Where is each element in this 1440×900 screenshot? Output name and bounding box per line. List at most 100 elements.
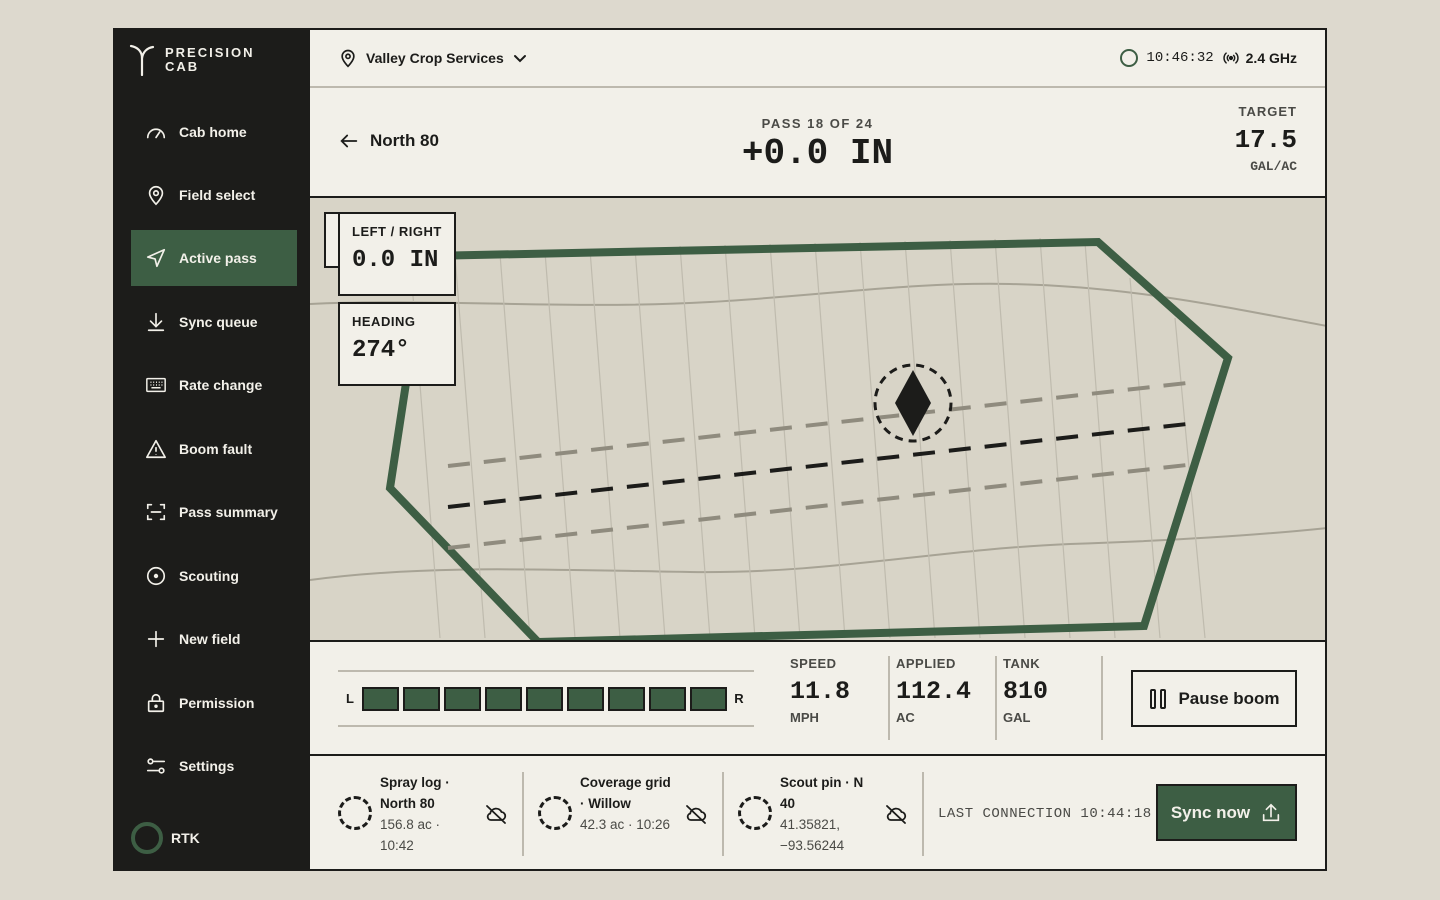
sidebar-item-active-pass[interactable]: Active pass <box>131 230 297 286</box>
applied-unit: AC <box>896 710 915 725</box>
sidebar-item-label: Pass summary <box>179 504 278 520</box>
sidebar-item-label: Cab home <box>179 124 247 140</box>
tank-value: 810 <box>1003 677 1049 706</box>
sync-item[interactable]: Scout pin · N 40 41.35821, −93.56244 <box>710 772 907 856</box>
applied-metric: APPLIED 112.4 AC <box>888 656 971 740</box>
boom-section[interactable] <box>690 686 727 711</box>
sidebar-item-label: Sync queue <box>179 314 258 330</box>
cloud-off-icon <box>886 805 907 824</box>
pause-boom-button[interactable]: Pause boom <box>1131 670 1297 727</box>
target-rate: TARGET 17.5 GAL/AC <box>1235 104 1297 174</box>
sprout-logo-icon <box>129 44 155 76</box>
boom-panel: L R SPEED 11.8 MPH APPLIED 112.4 AC TANK… <box>310 642 1325 756</box>
sidebar-item-cab-home[interactable]: Cab home <box>131 104 297 160</box>
boom-section[interactable] <box>362 686 399 711</box>
field-map[interactable]: LEFT / RIGHT 0.0 IN HEADING 274° <box>310 198 1325 642</box>
left-right-card: LEFT / RIGHT 0.0 IN <box>338 212 456 296</box>
pass-label: PASS 18 OF 24 <box>761 116 874 131</box>
tank-metric: TANK 810 GAL <box>995 656 1048 740</box>
cross-track-offset: +0.0 IN <box>741 133 894 174</box>
boom-section[interactable] <box>526 686 563 711</box>
pending-spinner-icon <box>338 796 372 830</box>
upload-icon <box>1263 803 1280 821</box>
heading-card: HEADING 274° <box>338 302 456 386</box>
applied-label: APPLIED <box>896 656 956 671</box>
org-selector[interactable]: Valley Crop Services <box>338 48 528 68</box>
applied-value: 112.4 <box>896 677 972 706</box>
boom-section[interactable] <box>649 686 686 711</box>
field-map-canvas <box>310 237 1325 640</box>
pause-icon <box>1150 688 1167 709</box>
sidebar-item-field-select[interactable]: Field select <box>131 167 297 223</box>
pending-spinner-icon <box>738 796 772 830</box>
adjacent-pass-line <box>447 462 1197 550</box>
cloud-off-icon <box>486 805 507 824</box>
sidebar-item-pass-summary[interactable]: Pass summary <box>131 484 297 540</box>
target-label: TARGET <box>1238 104 1297 119</box>
speed-metric: SPEED 11.8 MPH <box>782 656 850 740</box>
sidebar-item-label: Rate change <box>179 377 263 393</box>
sidebar-item-label: Field select <box>179 187 256 203</box>
sidebar-item-new-field[interactable]: New field <box>131 611 297 667</box>
radio-signal-icon <box>1222 52 1239 64</box>
warning-icon <box>146 439 166 459</box>
radio-band: 2.4 GHz <box>1245 50 1297 66</box>
rtk-status: RTK <box>131 822 200 854</box>
sync-item-meta: 42.3 ac · 10:26 <box>580 817 671 832</box>
sidebar-item-label: New field <box>179 631 241 647</box>
sidebar: PRECISION CAB Cab home Field select Acti… <box>115 30 310 869</box>
navigation-icon <box>146 248 166 268</box>
speed-label: SPEED <box>790 656 837 671</box>
sidebar-item-rate-change[interactable]: Rate change <box>131 357 297 413</box>
rtk-label: RTK <box>171 830 200 846</box>
sidebar-item-label: Settings <box>179 758 235 774</box>
speed-unit: MPH <box>790 710 819 725</box>
boom-section[interactable] <box>608 686 645 711</box>
sync-now-button[interactable]: Sync now <box>1156 784 1297 841</box>
pass-guide-lines <box>409 237 1206 639</box>
system-status: 10:46:32 2.4 GHz <box>1120 49 1297 67</box>
cab-display: PRECISION CAB Cab home Field select Acti… <box>113 28 1327 871</box>
adjacent-pass-line <box>447 380 1197 468</box>
sync-item-meta: 41.35821, −93.56244 <box>780 817 845 853</box>
target-unit: GAL/AC <box>1250 159 1297 174</box>
boom-right-label: R <box>734 691 744 706</box>
left-right-value: 0.0 IN <box>352 247 439 274</box>
field-boundary <box>427 237 1233 640</box>
boom-section[interactable] <box>567 686 604 711</box>
brand-line-1: PRECISION <box>165 45 255 60</box>
boom-section[interactable] <box>444 686 481 711</box>
gps-status-icon <box>1120 49 1139 67</box>
target-value: 17.5 <box>1234 125 1297 155</box>
tractor-marker-icon <box>895 370 931 436</box>
guidance-line <box>447 421 1197 509</box>
boom-section[interactable] <box>403 686 440 711</box>
boom-sections: L R <box>338 670 754 727</box>
map-pin-icon <box>148 185 164 206</box>
lock-icon <box>147 693 165 713</box>
pass-header: North 80 PASS 18 OF 24 +0.0 IN TARGET 17… <box>310 88 1325 198</box>
download-icon <box>147 312 165 332</box>
sync-item-meta: 156.8 ac · 10:42 <box>380 817 441 853</box>
sidebar-item-scouting[interactable]: Scouting <box>131 548 297 604</box>
sync-now-label: Sync now <box>1170 802 1251 822</box>
scan-icon <box>146 503 166 521</box>
sync-item[interactable]: Coverage grid · Willow 42.3 ac · 10:26 <box>510 772 707 856</box>
plus-icon <box>147 630 165 648</box>
boom-section[interactable] <box>485 686 522 711</box>
divider <box>922 772 924 856</box>
pending-spinner-icon <box>538 796 572 830</box>
tank-unit: GAL <box>1003 710 1031 725</box>
sidebar-item-boom-fault[interactable]: Boom fault <box>131 421 297 477</box>
brand-line-2: CAB <box>165 59 200 74</box>
sidebar-item-settings[interactable]: Settings <box>131 738 297 794</box>
sync-item-title: Scout pin · N 40 <box>780 775 864 811</box>
gauge-icon <box>146 128 166 139</box>
sidebar-item-label: Boom fault <box>179 441 253 457</box>
rtk-indicator-icon <box>131 822 163 854</box>
sidebar-item-permission[interactable]: Permission <box>131 675 297 731</box>
divider <box>1101 656 1103 740</box>
sync-item[interactable]: Spray log · North 80 156.8 ac · 10:42 <box>310 772 507 856</box>
sidebar-item-sync-queue[interactable]: Sync queue <box>131 294 297 350</box>
pause-boom-label: Pause boom <box>1178 688 1280 708</box>
